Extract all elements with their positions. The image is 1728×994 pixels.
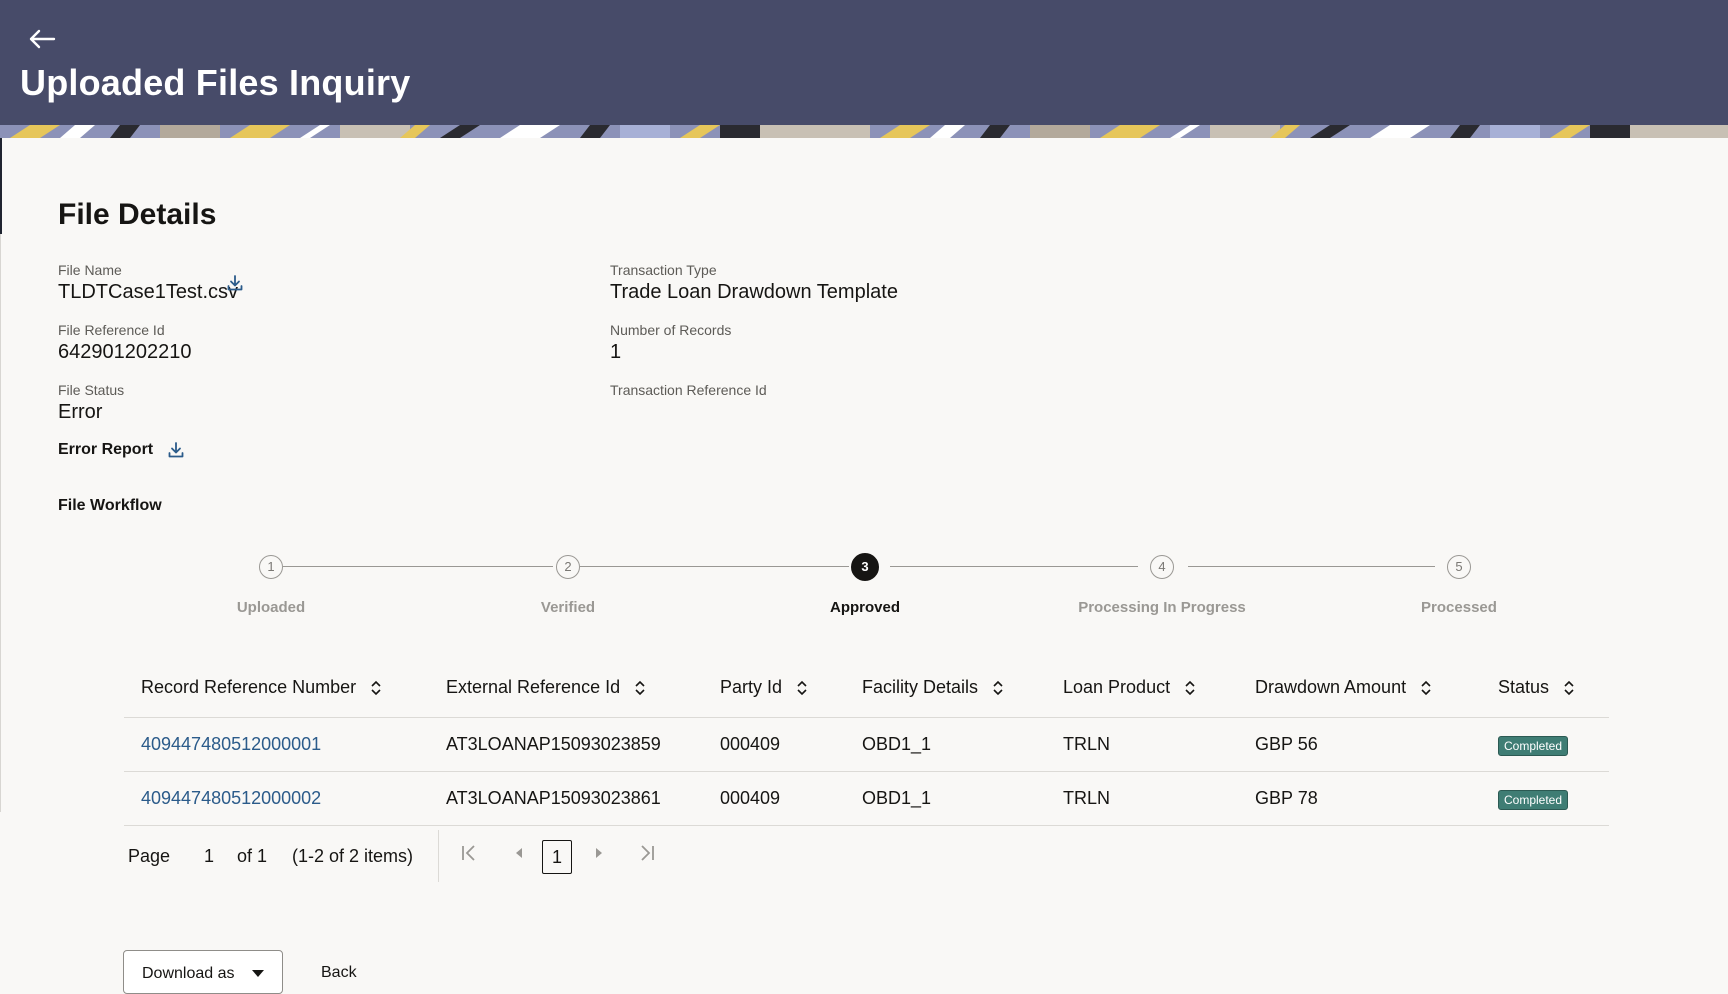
transaction-type-label: Transaction Type — [610, 262, 717, 278]
sort-icon[interactable] — [1420, 679, 1432, 697]
record-reference-link[interactable]: 409447480512000001 — [141, 734, 321, 755]
number-of-records-label: Number of Records — [610, 322, 732, 338]
column-header-drawdown-amount[interactable]: Drawdown Amount — [1255, 677, 1432, 698]
page-header: Uploaded Files Inquiry — [0, 0, 1728, 138]
error-report-download-icon[interactable] — [167, 441, 185, 459]
file-reference-value: 642901202210 — [58, 341, 192, 363]
column-header-status[interactable]: Status — [1498, 677, 1575, 698]
workflow-step-5-label: Processed — [1421, 599, 1497, 616]
pagination-page-input[interactable]: 1 — [204, 846, 214, 867]
current-page-button[interactable]: 1 — [542, 840, 572, 874]
column-header-record-reference[interactable]: Record Reference Number — [141, 677, 382, 698]
column-header-external-reference[interactable]: External Reference Id — [446, 677, 646, 698]
external-reference-cell: AT3LOANAP15093023861 — [446, 788, 661, 808]
sort-icon[interactable] — [1184, 679, 1196, 697]
facility-cell: OBD1_1 — [862, 734, 932, 754]
workflow-step-3-label: Approved — [829, 599, 900, 616]
left-accent-bar — [0, 138, 2, 234]
pagination-total-pages: of 1 — [237, 846, 268, 866]
workflow-step-4-marker: 4 — [1150, 555, 1174, 579]
first-page-icon[interactable] — [458, 842, 480, 864]
column-header-loan-product[interactable]: Loan Product — [1063, 677, 1196, 698]
loan-product-cell: TRLN — [1063, 788, 1111, 808]
column-header-label: Facility Details — [862, 677, 979, 697]
previous-page-icon[interactable] — [508, 842, 530, 864]
record-reference-link[interactable]: 409447480512000002 — [141, 788, 321, 809]
column-header-label: External Reference Id — [446, 677, 621, 697]
download-icon[interactable] — [226, 274, 244, 292]
pagination-page-label: Page — [128, 846, 171, 866]
workflow-title: File Workflow — [58, 497, 162, 514]
file-name-value: TLDTCase1Test.csv — [58, 281, 239, 303]
file-status-value: Error — [58, 401, 103, 423]
number-of-records-value: 1 — [610, 341, 622, 363]
workflow-step-2-marker: 2 — [556, 555, 580, 579]
party-id-cell: 000409 — [720, 734, 781, 754]
transaction-reference-label: Transaction Reference Id — [610, 382, 767, 398]
workflow-step-2-label: Verified — [540, 599, 596, 616]
chevron-down-icon — [252, 970, 264, 977]
workflow-step-1-label: Uploaded — [236, 599, 306, 616]
facility-cell: OBD1_1 — [862, 788, 932, 808]
page-title: Uploaded Files Inquiry — [20, 62, 411, 103]
drawdown-amount-cell: GBP 56 — [1255, 734, 1318, 754]
file-status-label: File Status — [58, 382, 125, 398]
left-divider — [0, 234, 1, 812]
download-as-label: Download as — [142, 965, 235, 982]
sort-icon[interactable] — [1563, 679, 1575, 697]
status-badge: Completed — [1498, 736, 1569, 756]
pagination-divider — [438, 830, 439, 882]
last-page-icon[interactable] — [636, 842, 658, 864]
workflow-step-1-marker: 1 — [259, 555, 283, 579]
workflow-connector — [283, 566, 553, 567]
header-pattern — [0, 125, 1728, 138]
table-row-divider — [124, 825, 1609, 826]
party-id-cell: 000409 — [720, 788, 781, 808]
workflow-connector — [580, 566, 849, 567]
column-header-label: Status — [1498, 677, 1550, 697]
column-header-party-id[interactable]: Party Id — [720, 677, 808, 698]
external-reference-cell: AT3LOANAP15093023859 — [446, 734, 661, 754]
workflow-step-3-marker: 3 — [851, 553, 879, 581]
back-button[interactable]: Back — [321, 964, 357, 982]
drawdown-amount-cell: GBP 78 — [1255, 788, 1318, 808]
file-reference-label: File Reference Id — [58, 322, 165, 338]
column-header-label: Party Id — [720, 677, 783, 697]
transaction-type-value: Trade Loan Drawdown Template — [610, 281, 898, 303]
sort-icon[interactable] — [796, 679, 808, 697]
error-report-label: Error Report — [58, 441, 154, 458]
column-header-label: Loan Product — [1063, 677, 1171, 697]
column-header-facility-details[interactable]: Facility Details — [862, 677, 1004, 698]
sort-icon[interactable] — [634, 679, 646, 697]
section-title: File Details — [58, 198, 217, 231]
loan-product-cell: TRLN — [1063, 734, 1111, 754]
workflow-step-4-label: Processing In Progress — [1078, 599, 1246, 616]
column-header-label: Record Reference Number — [141, 677, 357, 697]
table-row-divider — [124, 717, 1609, 718]
status-badge: Completed — [1498, 790, 1569, 810]
column-header-label: Drawdown Amount — [1255, 677, 1407, 697]
workflow-step-5-marker: 5 — [1447, 555, 1471, 579]
pagination-items-summary: (1-2 of 2 items) — [292, 846, 414, 866]
workflow-connector — [1188, 566, 1435, 567]
workflow-connector — [890, 566, 1138, 567]
next-page-icon[interactable] — [588, 842, 610, 864]
file-name-label: File Name — [58, 262, 122, 278]
sort-icon[interactable] — [992, 679, 1004, 697]
arrow-left-icon[interactable] — [26, 26, 56, 52]
sort-icon[interactable] — [370, 679, 382, 697]
table-row-divider — [124, 771, 1609, 772]
